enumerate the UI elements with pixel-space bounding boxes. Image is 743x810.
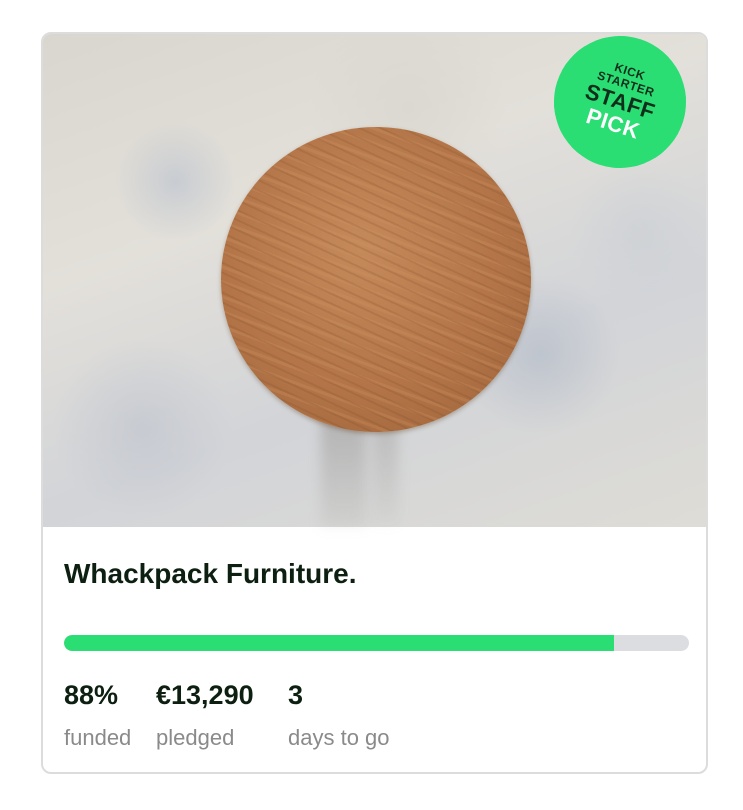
stat-funded: 88% funded bbox=[64, 680, 131, 751]
project-image[interactable]: KICK STARTER STAFF PICK bbox=[43, 34, 706, 527]
stat-days-to-go: 3 days to go bbox=[288, 680, 390, 751]
funding-progress-bar bbox=[64, 635, 689, 651]
stat-pledged-label: pledged bbox=[156, 725, 235, 750]
project-title[interactable]: Whackpack Furniture. bbox=[64, 558, 357, 590]
stat-pledged-value: €13,290 bbox=[156, 680, 254, 710]
wooden-stool-top bbox=[221, 127, 531, 432]
funding-progress-fill bbox=[64, 635, 614, 651]
stat-funded-label: funded bbox=[64, 725, 132, 750]
stool-shadow-secondary bbox=[373, 424, 398, 524]
stat-days-label: days to go bbox=[288, 725, 390, 750]
stat-pledged: €13,290 pledged bbox=[156, 680, 254, 751]
stat-days-value: 3 bbox=[288, 680, 304, 710]
project-card[interactable]: KICK STARTER STAFF PICK Whackpack Furnit… bbox=[41, 32, 708, 774]
staff-pick-badge: KICK STARTER STAFF PICK bbox=[536, 34, 704, 186]
stat-funded-value: 88% bbox=[64, 680, 119, 710]
